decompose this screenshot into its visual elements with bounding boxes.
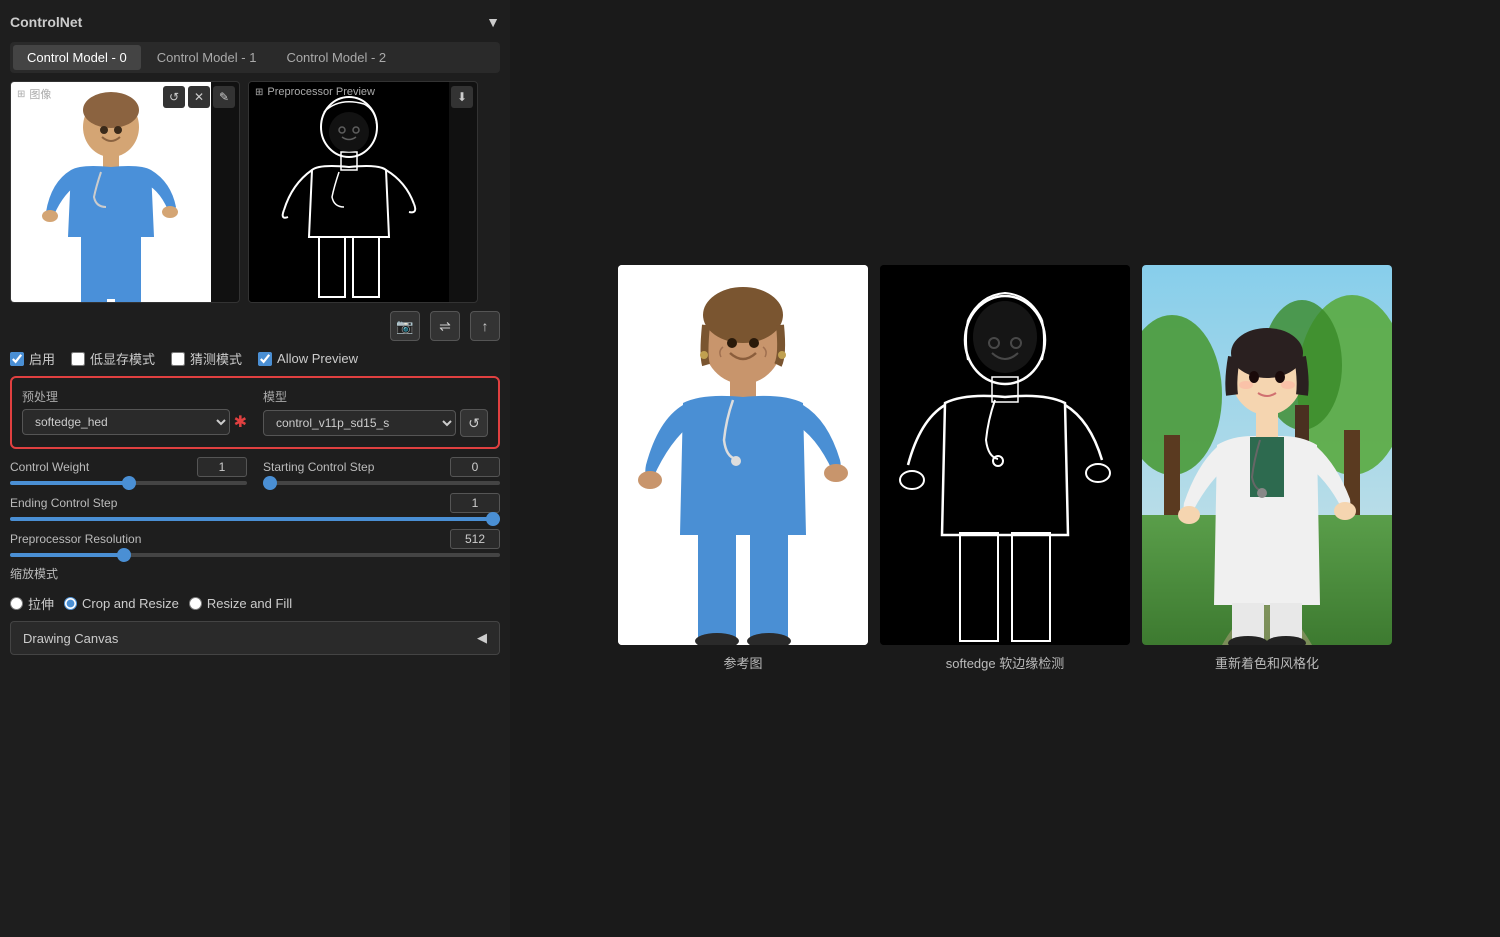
images-row: ⊞ 图像 ↺ ✕ ✎	[10, 81, 500, 303]
zoom-mode-section: 缩放模式 拉伸 Crop and Resize Resize and Fill	[10, 565, 500, 613]
preview-label: ⊞ Preprocessor Preview	[255, 86, 375, 98]
reference-image-label: 参考图	[723, 653, 762, 672]
upload-btn[interactable]: ↑	[470, 311, 500, 341]
control-weight-slider[interactable]	[10, 481, 247, 485]
radio-crop-input[interactable]	[64, 597, 77, 610]
ending-step-label-row: Ending Control Step 1	[10, 493, 500, 513]
ending-step-value: 1	[450, 493, 500, 513]
reference-image-box	[618, 265, 868, 645]
ending-step-slider[interactable]	[10, 517, 500, 521]
radio-crop-label: Crop and Resize	[82, 596, 179, 611]
preprocessor-model-row: 预处理 softedge_hed softedge_pidinet canny …	[10, 376, 500, 449]
source-image-controls: ↺ ✕ ✎	[163, 86, 235, 108]
starting-step-label-row: Starting Control Step 0	[263, 457, 500, 477]
zoom-mode-label: 缩放模式	[10, 565, 500, 582]
allow-preview-checkbox[interactable]: Allow Preview	[258, 351, 358, 366]
control-weight-label: Control Weight	[10, 460, 89, 474]
radio-fill-input[interactable]	[189, 597, 202, 610]
radio-stretch-input[interactable]	[10, 597, 23, 610]
radio-stretch[interactable]: 拉伸	[10, 594, 54, 613]
model-label: 模型	[263, 388, 488, 405]
preview-image-display[interactable]	[249, 82, 449, 302]
control-weight-value: 1	[197, 457, 247, 477]
zoom-mode-radio-group: 拉伸 Crop and Resize Resize and Fill	[10, 594, 500, 613]
enable-input[interactable]	[10, 352, 24, 366]
camera-btn[interactable]: 📷	[390, 311, 420, 341]
ending-step-row: Ending Control Step 1	[10, 493, 500, 521]
preprocessor-select-row: softedge_hed softedge_pidinet canny dept…	[22, 409, 247, 435]
radio-fill-label: Resize and Fill	[207, 596, 292, 611]
preview-image-controls: ⬇	[451, 86, 473, 108]
low-vram-checkbox[interactable]: 低显存模式	[71, 349, 155, 368]
refresh-source-btn[interactable]: ↺	[163, 86, 185, 108]
preview-image-box: ⊞ Preprocessor Preview ⬇	[248, 81, 478, 303]
right-image-styled: 重新着色和风格化	[1142, 265, 1392, 672]
starting-step-slider[interactable]	[263, 481, 500, 485]
left-panel: ControlNet ▼ Control Model - 0 Control M…	[0, 0, 510, 937]
preprocessor-res-label-row: Preprocessor Resolution 512	[10, 529, 500, 549]
right-images-container: 参考图	[618, 265, 1392, 672]
right-panel: 参考图	[510, 0, 1500, 937]
model-group: 模型 control_v11p_sd15_s control_v11p_sd15…	[263, 388, 488, 437]
preprocessor-res-slider[interactable]	[10, 553, 500, 557]
starting-step-label: Starting Control Step	[263, 460, 374, 474]
preprocessor-res-value: 512	[450, 529, 500, 549]
drawing-canvas-label: Drawing Canvas	[23, 631, 118, 646]
tabs-container: Control Model - 0 Control Model - 1 Cont…	[10, 42, 500, 73]
styled-image-label: 重新着色和风格化	[1215, 653, 1319, 672]
enable-checkbox[interactable]: 启用	[10, 349, 55, 368]
tab-control-model-1[interactable]: Control Model - 1	[143, 45, 271, 70]
control-weight-label-row: Control Weight 1	[10, 457, 247, 477]
preprocessor-select[interactable]: softedge_hed softedge_pidinet canny dept…	[22, 409, 230, 435]
panel-title-row: ControlNet ▼	[10, 10, 500, 34]
radio-crop[interactable]: Crop and Resize	[64, 596, 179, 611]
drawing-canvas-row[interactable]: Drawing Canvas ◀	[10, 621, 500, 655]
source-label: ⊞ 图像	[17, 86, 51, 102]
collapse-icon[interactable]: ▼	[486, 14, 500, 30]
preprocessor-label: 预处理	[22, 388, 247, 405]
close-source-btn[interactable]: ✕	[188, 86, 210, 108]
control-weight-row: Control Weight 1	[10, 457, 247, 485]
preprocessor-res-label: Preprocessor Resolution	[10, 532, 141, 546]
model-select[interactable]: control_v11p_sd15_s control_v11p_sd15_ca…	[263, 410, 456, 436]
tab-control-model-0[interactable]: Control Model - 0	[13, 45, 141, 70]
panel-title: ControlNet	[10, 14, 82, 30]
download-preview-btn[interactable]: ⬇	[451, 86, 473, 108]
radio-stretch-label: 拉伸	[28, 594, 54, 613]
allow-preview-input[interactable]	[258, 352, 272, 366]
starting-step-value: 0	[450, 457, 500, 477]
model-select-row: control_v11p_sd15_s control_v11p_sd15_ca…	[263, 409, 488, 437]
preprocessor-group: 预处理 softedge_hed softedge_pidinet canny …	[22, 388, 247, 437]
guess-mode-input[interactable]	[171, 352, 185, 366]
two-sliders-row: Control Weight 1 Starting Control Step 0	[10, 457, 500, 485]
swap-btn[interactable]: ⇌	[430, 311, 460, 341]
ending-step-label: Ending Control Step	[10, 496, 117, 510]
tab-control-model-2[interactable]: Control Model - 2	[272, 45, 400, 70]
star-icon: ✱	[234, 412, 247, 432]
source-image-display[interactable]	[11, 82, 211, 302]
low-vram-input[interactable]	[71, 352, 85, 366]
edit-source-btn[interactable]: ✎	[213, 86, 235, 108]
right-image-edge: softedge 软边缘检测	[880, 265, 1130, 672]
starting-step-row: Starting Control Step 0	[263, 457, 500, 485]
actions-row: 📷 ⇌ ↑	[10, 311, 500, 341]
edge-image-box	[880, 265, 1130, 645]
checkboxes-row: 启用 低显存模式 猜测模式 Allow Preview	[10, 349, 500, 368]
styled-image-box	[1142, 265, 1392, 645]
model-refresh-btn[interactable]: ↺	[460, 409, 488, 437]
guess-mode-checkbox[interactable]: 猜测模式	[171, 349, 242, 368]
source-image-box: ⊞ 图像 ↺ ✕ ✎	[10, 81, 240, 303]
edge-image-label: softedge 软边缘检测	[946, 653, 1065, 672]
radio-fill[interactable]: Resize and Fill	[189, 596, 292, 611]
drawing-canvas-icon: ◀	[477, 630, 487, 646]
right-image-reference: 参考图	[618, 265, 868, 672]
preprocessor-res-row: Preprocessor Resolution 512	[10, 529, 500, 557]
